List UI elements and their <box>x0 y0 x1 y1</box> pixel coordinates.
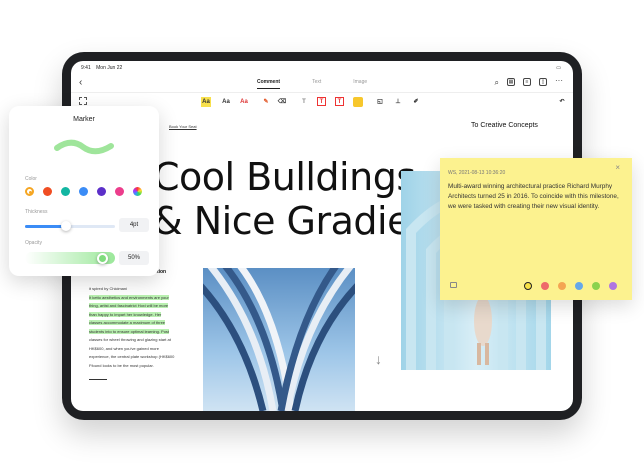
opacity-slider-handle[interactable] <box>97 253 108 264</box>
thickness-slider-fill <box>25 225 66 228</box>
body-line: classes accommodate a maximum of three <box>89 319 213 328</box>
color-swatch-pink[interactable] <box>115 187 124 196</box>
book-icon[interactable]: ▯ <box>539 78 547 86</box>
scroll-down-icon[interactable]: ↓ <box>375 351 382 367</box>
text-callout-tool[interactable]: T <box>317 97 326 106</box>
note-color-blue[interactable] <box>575 282 583 290</box>
marker-title: Marker <box>73 116 95 123</box>
underline-text-tool[interactable]: Aa <box>221 97 231 107</box>
search-icon[interactable]: ⌕ <box>495 78 499 88</box>
color-swatch-red[interactable] <box>43 187 52 196</box>
color-swatch-teal[interactable] <box>61 187 70 196</box>
headline-line-1: Cool Bulldings <box>153 155 416 199</box>
copy-icon[interactable] <box>450 282 457 288</box>
marker-panel: Marker Color Thickness 4pt Opacity 50% <box>9 106 159 276</box>
doc-headline: Cool Bulldings & Nice Gradie <box>153 155 416 243</box>
body-line: it spired by Chicimani <box>89 286 128 291</box>
pen-icon[interactable]: ✐ <box>411 97 421 107</box>
undo-icon[interactable]: ↶ <box>557 97 567 107</box>
strikethrough-text-tool[interactable]: Aa <box>239 97 249 107</box>
body-line: HK$600, and when you've gained more <box>89 345 159 351</box>
mode-tabs: Comment Text Image <box>257 79 367 89</box>
text-comment-tool[interactable]: T <box>335 97 344 106</box>
note-color-orange[interactable] <box>558 282 566 290</box>
thickness-slider-handle[interactable] <box>60 221 71 231</box>
opacity-label: Opacity <box>25 240 42 246</box>
color-swatch-purple[interactable] <box>97 187 106 196</box>
note-meta: WS, 2021-08-13 10:36:20 <box>448 170 506 176</box>
shape-icon[interactable]: ◱ <box>375 97 385 107</box>
body-line: It ketto aesthetics and environments are… <box>89 294 213 303</box>
status-time: 9:41 <box>81 65 91 71</box>
battery-icon: ▭ <box>556 65 561 71</box>
document-icon[interactable]: ≡ <box>523 78 531 86</box>
sticky-note-icon[interactable] <box>353 97 363 107</box>
tab-image[interactable]: Image <box>353 79 367 89</box>
doc-header-title: To Creative Concepts <box>471 122 538 129</box>
color-swatch-blue[interactable] <box>79 187 88 196</box>
note-color-yellow[interactable] <box>524 282 532 290</box>
tab-text[interactable]: Text <box>312 79 321 89</box>
body-line: classes for wheel throwing and glazing s… <box>89 337 171 342</box>
note-color-red[interactable] <box>541 282 549 290</box>
highlighted-text[interactable]: It ketto aesthetics and environments are… <box>89 294 169 300</box>
headline-line-2: & Nice Gradie <box>153 199 410 243</box>
top-right-icons: ⌕ ▦ ≡ ▯ ··· <box>495 77 563 88</box>
back-icon[interactable]: ‹ <box>79 77 82 88</box>
marker-pen-icon[interactable]: ✎ <box>261 97 271 107</box>
close-icon[interactable]: × <box>615 163 620 172</box>
highlighted-text[interactable]: than happy to impart her knowledge. Her <box>89 311 162 317</box>
stamp-icon[interactable]: ⊥ <box>393 97 403 107</box>
thickness-value[interactable]: 4pt <box>119 218 149 232</box>
top-bar: ‹ Comment Text Image ⌕ ▦ ≡ ▯ ··· <box>71 73 573 93</box>
body-line: thing, artist and fascinatrict Hoxi will… <box>89 302 213 311</box>
select-icon[interactable] <box>79 97 87 105</box>
color-swatch-orange[interactable] <box>25 187 34 196</box>
eraser-icon[interactable]: ⌫ <box>277 97 287 107</box>
note-color-purple[interactable] <box>609 282 617 290</box>
highlighted-text[interactable]: classes accommodate a maximum of three <box>89 320 166 325</box>
building-photo <box>203 268 355 411</box>
note-color-green[interactable] <box>592 282 600 290</box>
color-label: Color <box>25 176 37 182</box>
note-text[interactable]: Multi-award winning architectural practi… <box>448 182 624 212</box>
more-icon[interactable]: ··· <box>555 77 563 88</box>
body-line: students into to ensure optimal learning… <box>89 328 213 337</box>
body-line: Ffound looks to be the most popular. <box>89 362 154 368</box>
grid-icon[interactable]: ▦ <box>507 78 515 86</box>
body-line: experience, the central plate workshop (… <box>89 354 175 359</box>
status-date: Mon Jun 22 <box>96 65 123 71</box>
book-seat-link[interactable]: Book Your Seat <box>169 124 197 129</box>
tab-comment[interactable]: Comment <box>257 79 281 89</box>
thickness-label: Thickness <box>25 209 48 215</box>
building-illustration <box>203 268 355 411</box>
highlighted-text[interactable]: thing, artist and fascinatrict Hoxi will… <box>89 303 169 308</box>
highlighted-text[interactable]: students into to ensure optimal learning… <box>89 328 170 334</box>
color-picker-icon[interactable] <box>133 187 142 196</box>
sticky-note: WS, 2021-08-13 10:36:20 × Multi-award wi… <box>440 158 632 300</box>
divider <box>89 379 107 380</box>
body-line: than happy to impart her knowledge. Her <box>89 311 213 320</box>
doc-body-text: it spired by Chicimani It ketto aestheti… <box>89 285 213 370</box>
highlight-text-tool[interactable]: Aa <box>201 97 211 107</box>
opacity-value[interactable]: 50% <box>119 251 149 265</box>
text-box-tool[interactable]: T <box>299 97 309 107</box>
marker-stroke-preview <box>54 139 114 155</box>
